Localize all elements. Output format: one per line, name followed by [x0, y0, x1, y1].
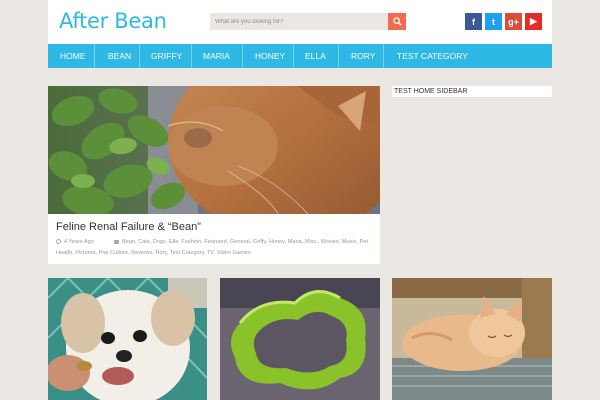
nav-item-griffy[interactable]: GRIFFY: [140, 44, 192, 68]
main-nav: HOME BEAN GRIFFY MARIA HONEY ELLA RORY T…: [48, 44, 552, 68]
cat-with-plant-image: [48, 86, 380, 214]
search-icon: [392, 17, 402, 26]
facebook-icon[interactable]: f: [465, 13, 482, 30]
tag-icon: [114, 239, 119, 244]
post-thumbnail-cat-toy[interactable]: [220, 278, 380, 400]
youtube-icon[interactable]: ▶: [525, 13, 542, 30]
site-header: After Bean f t g+ ▶: [48, 0, 552, 44]
post-thumbnail-dog[interactable]: [48, 278, 207, 400]
sidebar-title: TEST HOME SIDEBAR: [392, 86, 552, 97]
nav-item-rory[interactable]: RORY: [339, 44, 384, 68]
nav-item-honey[interactable]: HONEY: [243, 44, 294, 68]
clock-icon: [56, 239, 61, 245]
nav-item-ella[interactable]: ELLA: [294, 44, 339, 68]
nav-item-home[interactable]: HOME: [48, 44, 95, 68]
search-input[interactable]: [210, 13, 388, 30]
nav-item-bean[interactable]: BEAN: [95, 44, 140, 68]
google-plus-icon[interactable]: g+: [505, 13, 522, 30]
post-thumbnail-kitten[interactable]: [392, 278, 552, 400]
cat-toy-image: [220, 278, 380, 400]
sleeping-kitten-image: [392, 278, 552, 400]
nav-item-test-category[interactable]: TEST CATEGORY: [384, 44, 480, 68]
post-tags-continued[interactable]: Health, Pictures, Pop Culture, Reviews, …: [56, 247, 376, 259]
nav-item-maria[interactable]: MARIA: [192, 44, 243, 68]
post-title[interactable]: Feline Renal Failure & “Bean”: [56, 221, 201, 233]
site-logo[interactable]: After Bean: [59, 9, 167, 33]
dog-image: [48, 278, 207, 400]
featured-post-image[interactable]: [48, 86, 380, 214]
search-button[interactable]: [388, 13, 406, 30]
featured-post-card: Feline Renal Failure & “Bean” 4 Years Ag…: [48, 86, 380, 264]
twitter-icon[interactable]: t: [485, 13, 502, 30]
search-bar: [210, 13, 406, 30]
